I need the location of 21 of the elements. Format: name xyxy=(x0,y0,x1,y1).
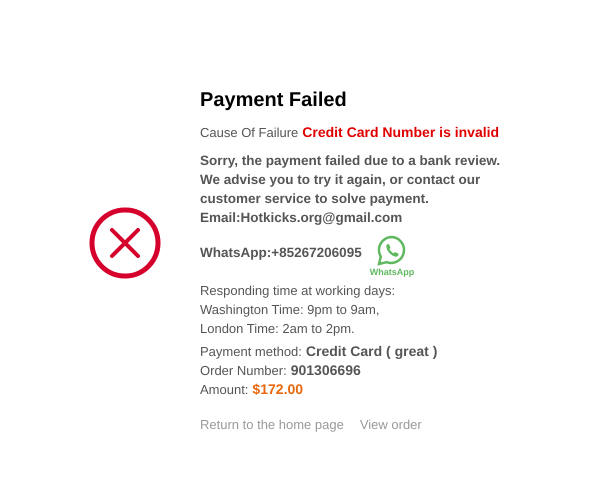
detail-label: Amount: xyxy=(200,381,248,399)
view-order-link[interactable]: View order xyxy=(360,415,422,434)
message-text: We advise you to try it again, or contact our customer service to solve payment. xyxy=(200,171,482,208)
error-icon xyxy=(88,206,162,280)
detail-label: Payment method: xyxy=(200,343,302,361)
home-link[interactable]: Return to the home page xyxy=(200,415,344,434)
detail-label: Order Number: xyxy=(200,362,287,380)
hours-text: London Time: 2am to 2pm. xyxy=(200,320,356,338)
whatsapp-logo-icon[interactable] xyxy=(376,235,408,267)
whatsapp-caption: WhatsApp xyxy=(370,267,414,277)
message-text: Sorry, the payment failed due to a bank review. xyxy=(200,152,502,170)
page-title: Payment Failed xyxy=(200,88,348,112)
detail-value: $172.00 xyxy=(252,380,304,399)
whatsapp-number: WhatsApp:+85267206095 xyxy=(200,244,362,262)
email-text: Email:Hotkicks.org@gmail.com xyxy=(200,209,404,227)
detail-value: 901306696 xyxy=(290,361,361,380)
hours-text: Washington Time: 9pm to 9am, xyxy=(200,301,380,319)
cause-label: Cause Of Failure xyxy=(200,124,298,142)
detail-value: Credit Card ( great ) xyxy=(306,342,438,361)
failure-cause: Credit Card Number is invalid xyxy=(302,123,500,142)
hours-text: Responding time at working days: xyxy=(200,282,396,300)
